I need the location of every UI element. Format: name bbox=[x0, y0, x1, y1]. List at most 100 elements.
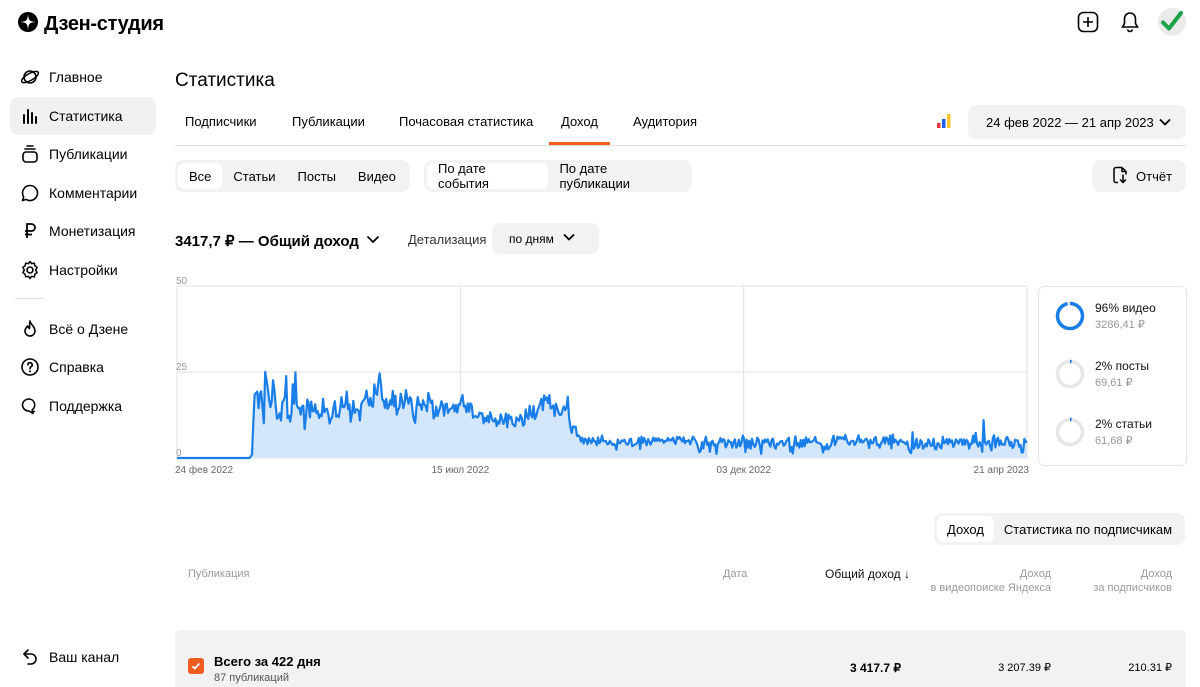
tab-income[interactable]: Доход bbox=[549, 114, 610, 145]
date-range-value: 24 фев 2022 — 21 апр 2023 bbox=[986, 114, 1154, 130]
select-all-checkbox[interactable] bbox=[188, 658, 204, 674]
report-label: Отчёт bbox=[1136, 168, 1173, 184]
col-header-subscribers[interactable]: Доход за подписчиков bbox=[1060, 567, 1172, 595]
tab-audience[interactable]: Аудитория bbox=[633, 114, 697, 129]
breakdown-amount: 61,68 ₽ bbox=[1095, 435, 1133, 447]
col-header-total[interactable]: Общий доход ↓ bbox=[760, 567, 910, 581]
donut-video bbox=[1055, 301, 1085, 331]
sidebar-divider bbox=[15, 297, 45, 299]
colored-bars-icon[interactable] bbox=[936, 114, 952, 133]
filter-by-event-date[interactable]: По дате события bbox=[427, 161, 549, 191]
col-header-date[interactable]: Дата bbox=[723, 567, 747, 581]
page-title: Статистика bbox=[175, 70, 275, 91]
gear-icon bbox=[20, 260, 40, 280]
breakdown-articles[interactable]: 2% статьи 61,68 ₽ bbox=[1055, 417, 1152, 447]
detail-value: по дням bbox=[509, 231, 554, 246]
sidebar-item-label: Монетизация bbox=[49, 223, 136, 239]
breakdown-pct: 2% статьи bbox=[1095, 417, 1152, 431]
flame-icon bbox=[20, 319, 40, 339]
y-tick-label: 25 bbox=[176, 362, 188, 373]
sidebar-item-comments[interactable]: Комментарии bbox=[10, 174, 156, 212]
filter-all[interactable]: Все bbox=[178, 163, 223, 189]
content-breakdown-panel: 96% видео 3286,41 ₽ 2% посты 69,61 ₽ 2% ст… bbox=[1038, 286, 1187, 466]
sidebar-item-settings[interactable]: Настройки bbox=[10, 251, 156, 289]
detail-label: Детализация bbox=[408, 232, 487, 247]
x-tick-label: 03 дек 2022 bbox=[716, 465, 771, 476]
total-row-subtitle: 87 публикаций bbox=[214, 672, 290, 684]
table-mode-toggle: Доход Статистика по подписчикам bbox=[934, 513, 1186, 545]
report-button[interactable]: Отчёт bbox=[1092, 160, 1186, 192]
sidebar-item-label: Главное bbox=[49, 69, 103, 85]
breakdown-video[interactable]: 96% видео 3286,41 ₽ bbox=[1055, 301, 1156, 331]
y-tick-label: 0 bbox=[176, 448, 182, 459]
total-row-subscribers: 210.31 ₽ bbox=[1128, 662, 1172, 674]
tab-publications[interactable]: Публикации bbox=[292, 114, 365, 129]
sidebar-item-about-dzen[interactable]: Всё о Дзене bbox=[10, 310, 156, 348]
chevron-down-icon bbox=[365, 231, 381, 251]
sidebar-item-label: Справка bbox=[49, 359, 104, 375]
check-icon bbox=[191, 662, 201, 670]
comment-icon bbox=[20, 183, 40, 203]
logo-text: Дзен-студия bbox=[44, 13, 164, 35]
tab-hourly-stats[interactable]: Почасовая статистика bbox=[399, 114, 533, 129]
sidebar-item-label: Поддержка bbox=[49, 397, 123, 414]
sidebar-item-support[interactable]: Поддержка bbox=[10, 387, 156, 425]
filter-by-publish-date[interactable]: По дате публикации bbox=[548, 161, 689, 191]
detail-dropdown[interactable]: по дням bbox=[492, 223, 599, 254]
breakdown-pct: 2% посты bbox=[1095, 359, 1149, 373]
ruble-icon bbox=[20, 221, 40, 241]
tab-subscribers[interactable]: Подписчики bbox=[185, 114, 257, 129]
support-icon bbox=[20, 396, 40, 416]
x-tick-label: 15 июл 2022 bbox=[432, 465, 490, 476]
help-icon bbox=[20, 357, 40, 377]
filter-articles[interactable]: Статьи bbox=[222, 163, 286, 189]
x-tick-label: 24 фев 2022 bbox=[175, 464, 233, 476]
total-row-total: 3 417.7 ₽ bbox=[849, 661, 901, 675]
chevron-down-icon bbox=[1158, 115, 1172, 132]
content-type-filter: Все Статьи Посты Видео bbox=[175, 160, 410, 192]
total-income-selector[interactable]: 3417,7 ₽ — Общий доход bbox=[175, 231, 381, 251]
download-icon bbox=[1112, 166, 1128, 187]
layers-icon bbox=[20, 144, 40, 164]
filter-videos[interactable]: Видео bbox=[347, 163, 407, 189]
checkmark-icon[interactable] bbox=[1158, 8, 1186, 36]
total-row-video-search: 3 207.39 ₽ bbox=[998, 662, 1051, 674]
sidebar-item-label: Ваш канал bbox=[49, 649, 120, 665]
dzen-studio-logo[interactable]: Дзен-студия bbox=[18, 12, 164, 37]
add-icon[interactable] bbox=[1074, 8, 1102, 36]
breakdown-pct: 96% видео bbox=[1095, 301, 1156, 315]
bell-icon[interactable] bbox=[1116, 8, 1144, 36]
sidebar: Главное Статистика Публикации Комментари… bbox=[10, 58, 156, 425]
sidebar-item-help[interactable]: Справка bbox=[10, 348, 156, 386]
sidebar-item-label: Публикации bbox=[49, 146, 128, 162]
sidebar-item-main[interactable]: Главное bbox=[10, 58, 156, 96]
sidebar-item-statistics[interactable]: Статистика bbox=[10, 96, 156, 135]
breakdown-amount: 3286,41 ₽ bbox=[1095, 319, 1145, 331]
date-range-picker[interactable]: 24 фев 2022 — 21 апр 2023 bbox=[968, 105, 1186, 139]
col-header-video-search[interactable]: Доход в видеопоиске Яндекса bbox=[910, 567, 1051, 595]
x-tick-label: 21 апр 2023 bbox=[974, 465, 1030, 476]
dzen-logo-icon bbox=[18, 12, 38, 37]
sidebar-item-publications[interactable]: Публикации bbox=[10, 135, 156, 173]
toggle-subscriber-stats[interactable]: Статистика по подписчикам bbox=[994, 516, 1182, 542]
planet-icon bbox=[20, 67, 40, 87]
sidebar-item-label: Комментарии bbox=[49, 184, 138, 201]
total-row-title: Всего за 422 дня bbox=[214, 654, 321, 669]
sidebar-item-your-channel[interactable]: Ваш канал bbox=[10, 638, 156, 676]
table-row: Всего за 422 дня 87 публикаций 3 417.7 ₽… bbox=[175, 630, 1186, 687]
filter-posts[interactable]: Посты bbox=[287, 163, 347, 189]
sidebar-item-label: Всё о Дзене bbox=[49, 320, 129, 337]
sidebar-item-monetization[interactable]: Монетизация bbox=[10, 212, 156, 250]
y-tick-label: 50 bbox=[176, 276, 188, 287]
back-arrow-icon bbox=[20, 647, 40, 667]
income-chart[interactable]: 50 25 0 24 фев 2022 15 июл 2022 03 дек 2022 21… bbox=[175, 272, 1035, 480]
sidebar-item-label: Настройки bbox=[49, 261, 118, 278]
col-header-publication[interactable]: Публикация bbox=[188, 567, 249, 581]
toggle-income[interactable]: Доход bbox=[937, 516, 994, 542]
total-income-label: 3417,7 ₽ — Общий доход bbox=[175, 233, 359, 250]
date-mode-filter: По дате события По дате публикации bbox=[424, 160, 692, 192]
chevron-down-icon bbox=[562, 230, 576, 247]
bar-chart-icon bbox=[20, 106, 40, 126]
breakdown-posts[interactable]: 2% посты 69,61 ₽ bbox=[1055, 359, 1149, 389]
donut-posts bbox=[1055, 359, 1085, 389]
